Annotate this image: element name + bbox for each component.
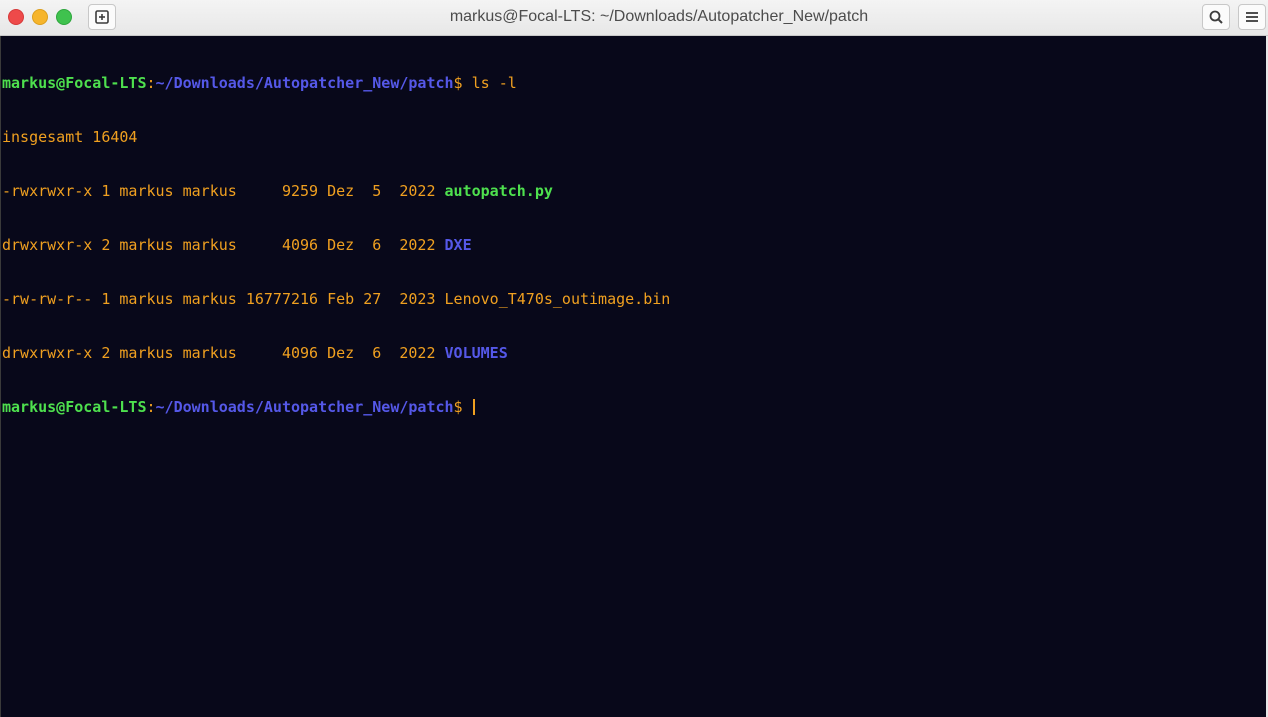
listing-row: drwxrwxr-x 2 markus markus 4096 Dez 6 20…: [2, 344, 1266, 362]
listing-name: autopatch.py: [444, 182, 553, 200]
command-text: ls -l: [462, 74, 517, 92]
listing-meta: -rw-rw-r-- 1 markus markus 16777216 Feb …: [2, 290, 445, 308]
terminal-window: markus@Focal-LTS: ~/Downloads/Autopatche…: [0, 0, 1268, 717]
window-border-left: [0, 36, 1, 717]
prompt-path: ~/Downloads/Autopatcher_New/patch: [155, 398, 454, 416]
listing-name: Lenovo_T470s_outimage.bin: [444, 290, 671, 308]
search-button[interactable]: [1202, 4, 1230, 30]
window-title: markus@Focal-LTS: ~/Downloads/Autopatche…: [449, 8, 869, 25]
new-tab-button[interactable]: [88, 4, 116, 30]
listing-meta: drwxrwxr-x 2 markus markus 4096 Dez 6 20…: [2, 236, 445, 254]
command-line: markus@Focal-LTS:~/Downloads/Autopatcher…: [2, 74, 1266, 92]
total-line: insgesamt 16404: [2, 128, 138, 146]
listing-name: VOLUMES: [444, 344, 508, 362]
prompt-symbol: $: [453, 398, 463, 416]
maximize-button[interactable]: [56, 9, 72, 25]
prompt-user-host: markus@Focal-LTS: [2, 398, 147, 416]
listing-row: drwxrwxr-x 2 markus markus 4096 Dez 6 20…: [2, 236, 1266, 254]
prompt-separator: :: [146, 398, 156, 416]
close-button[interactable]: [8, 9, 24, 25]
prompt-separator: :: [146, 74, 156, 92]
listing-row: -rw-rw-r-- 1 markus markus 16777216 Feb …: [2, 290, 1266, 308]
listing-meta: -rwxrwxr-x 1 markus markus 9259 Dez 5 20…: [2, 182, 445, 200]
prompt-line[interactable]: markus@Focal-LTS:~/Downloads/Autopatcher…: [2, 398, 1266, 416]
title-bar[interactable]: markus@Focal-LTS: ~/Downloads/Autopatche…: [0, 0, 1268, 36]
prompt-path: ~/Downloads/Autopatcher_New/patch: [155, 74, 454, 92]
listing-meta: drwxrwxr-x 2 markus markus 4096 Dez 6 20…: [2, 344, 445, 362]
minimize-button[interactable]: [32, 9, 48, 25]
terminal-output[interactable]: markus@Focal-LTS:~/Downloads/Autopatcher…: [2, 38, 1266, 717]
prompt-symbol: $: [453, 74, 463, 92]
search-icon: [1209, 10, 1223, 24]
hamburger-menu-icon: [1246, 12, 1258, 22]
menu-button[interactable]: [1238, 4, 1266, 30]
prompt-user-host: markus@Focal-LTS: [2, 74, 147, 92]
listing-row: -rwxrwxr-x 1 markus markus 9259 Dez 5 20…: [2, 182, 1266, 200]
text-cursor: [472, 399, 475, 415]
listing-name: DXE: [444, 236, 472, 254]
new-tab-icon: [95, 10, 109, 24]
